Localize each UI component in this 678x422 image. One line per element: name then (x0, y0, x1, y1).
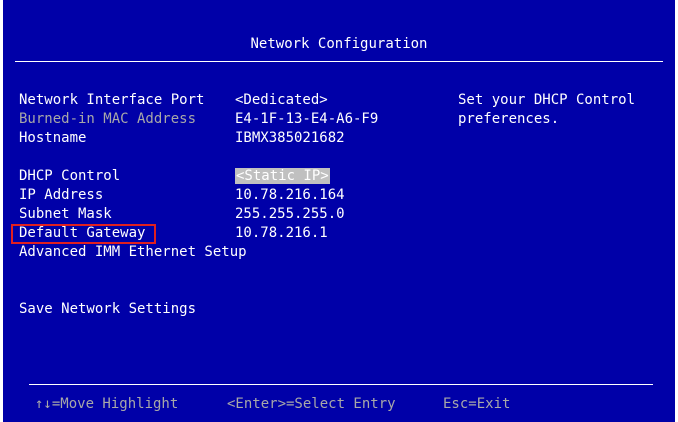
footer-move-highlight: ↑↓=Move Highlight (35, 396, 179, 412)
network-interface-port-value[interactable]: <Dedicated> (235, 92, 328, 109)
dhcp-control-value[interactable]: <Static IP> (235, 168, 330, 185)
hostname-value[interactable]: IBMX385021682 (235, 130, 345, 147)
top-divider (15, 61, 663, 62)
burned-in-mac-value: E4-1F-13-E4-A6-F9 (235, 111, 379, 127)
advanced-imm-ethernet-setup[interactable]: Advanced IMM Ethernet Setup (19, 244, 247, 261)
save-network-settings[interactable]: Save Network Settings (19, 301, 196, 318)
dhcp-control-selection[interactable]: <Static IP> (235, 168, 330, 184)
page-title: Network Configuration (250, 36, 428, 52)
hostname-label[interactable]: Hostname (19, 130, 86, 147)
bottom-divider (29, 384, 653, 385)
ip-address-label[interactable]: IP Address (19, 187, 103, 204)
burned-in-mac-label: Burned-in MAC Address (19, 111, 197, 127)
footer-select-entry: <Enter>=Select Entry (227, 396, 396, 412)
help-text-line1: Set your DHCP Control (458, 92, 636, 108)
subnet-mask-label[interactable]: Subnet Mask (19, 206, 112, 223)
bios-screen: Network Configuration Network Interface … (3, 0, 675, 422)
subnet-mask-value[interactable]: 255.255.255.0 (235, 206, 345, 223)
footer-exit: Esc=Exit (443, 396, 511, 412)
annotation-highlight-box (11, 224, 156, 244)
default-gateway-value[interactable]: 10.78.216.1 (235, 225, 328, 242)
dhcp-control-label[interactable]: DHCP Control (19, 168, 120, 185)
network-interface-port-label[interactable]: Network Interface Port (19, 92, 204, 109)
help-text-line2: preferences. (458, 111, 560, 127)
ip-address-value[interactable]: 10.78.216.164 (235, 187, 345, 204)
